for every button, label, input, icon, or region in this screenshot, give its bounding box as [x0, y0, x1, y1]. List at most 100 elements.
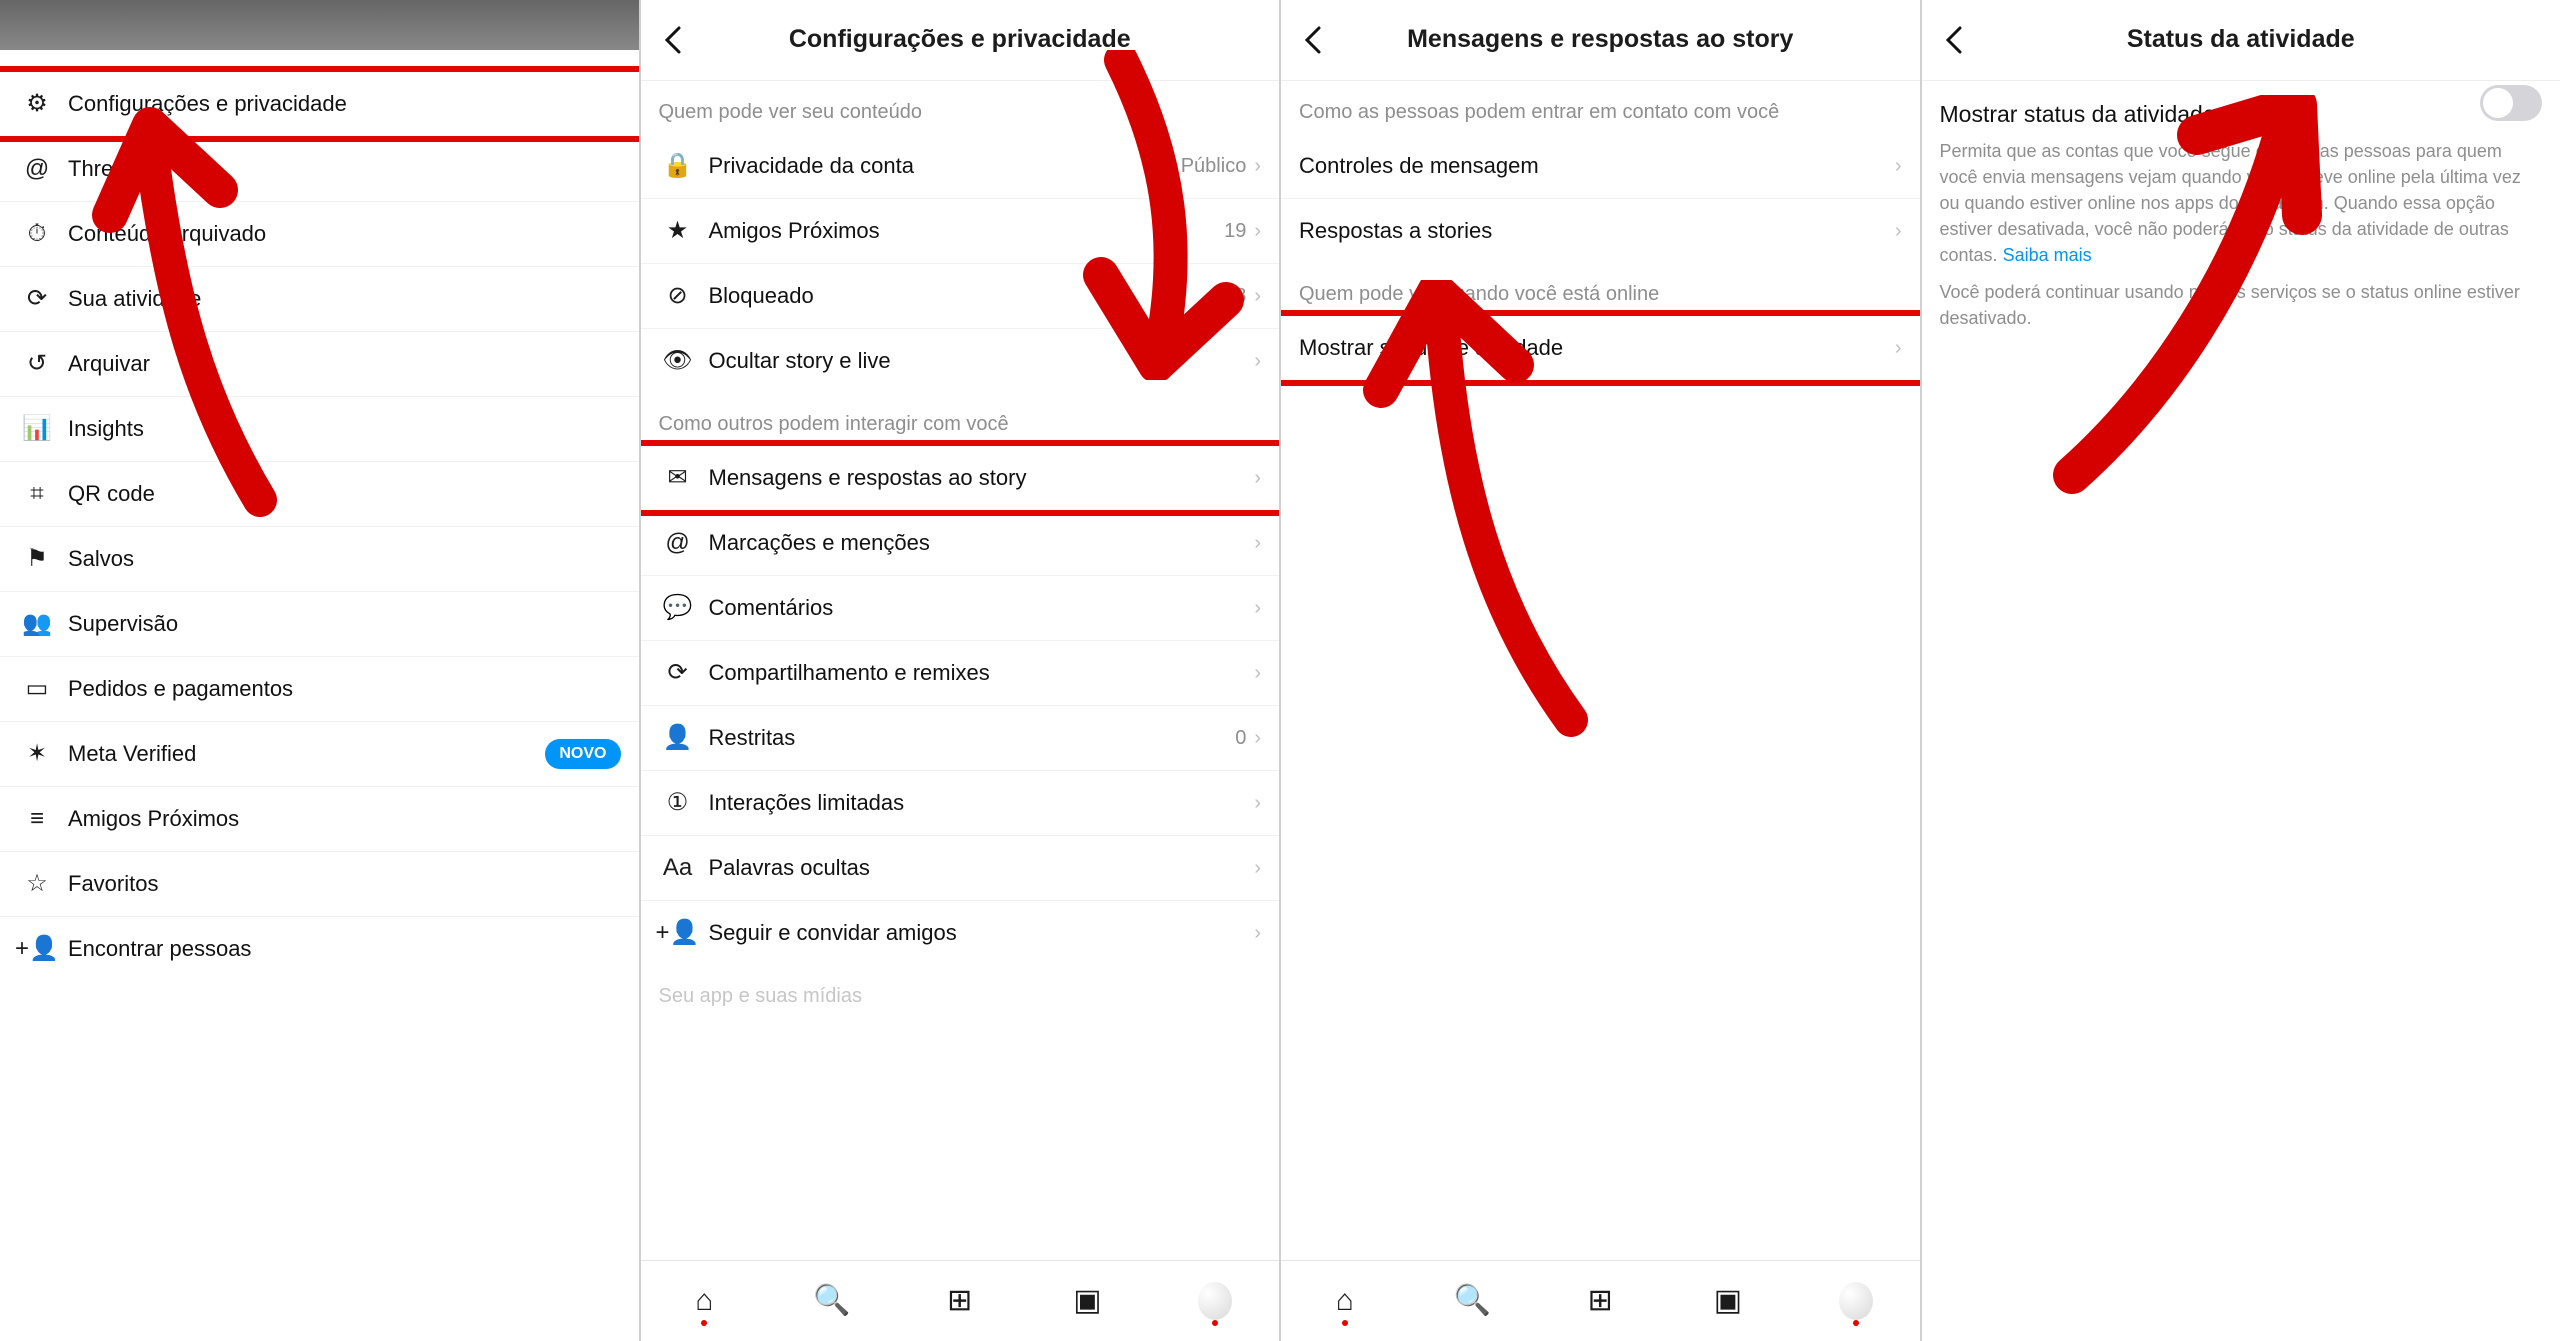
menu-item[interactable]: 💬Comentários› [641, 575, 1280, 640]
menu-item[interactable]: @Marcações e menções› [641, 510, 1280, 575]
section-contact: Como as pessoas podem entrar em contato … [1281, 81, 1920, 134]
header: Configurações e privacidade [641, 0, 1280, 81]
badge: NOVO [545, 739, 620, 769]
💬-icon: 💬 [659, 592, 697, 624]
①-icon: ① [659, 787, 697, 819]
add-icon[interactable]: ⊞ [943, 1284, 977, 1318]
menu-item-value: 19 [1224, 218, 1254, 245]
profile-avatar[interactable] [1198, 1284, 1232, 1318]
menu-item[interactable]: ✶Meta VerifiedNOVO [0, 721, 639, 786]
learn-more-link[interactable]: Saiba mais [2003, 245, 2092, 265]
tab-bar: ⌂ 🔍 ⊞ ▣ [1281, 1260, 1920, 1341]
menu-item[interactable]: ☆Favoritos [0, 851, 639, 916]
section-interaction: Como outros podem interagir com você [641, 393, 1280, 446]
menu-item[interactable]: ≡Amigos Próximos [0, 786, 639, 851]
⚑-icon: ⚑ [18, 543, 56, 575]
menu-item-label: Palavras ocultas [697, 853, 1255, 883]
menu-item[interactable]: +👤Seguir e convidar amigos› [641, 900, 1280, 965]
menu-item[interactable]: Controles de mensagem› [1281, 134, 1920, 198]
section-visibility: Quem pode ver seu conteúdo [641, 81, 1280, 134]
back-button[interactable] [1934, 20, 1974, 60]
menu-item-label: Salvos [56, 544, 621, 574]
home-icon[interactable]: ⌂ [687, 1284, 721, 1318]
chevron-right-icon: › [1254, 283, 1261, 310]
✶-icon: ✶ [18, 738, 56, 770]
menu-item[interactable]: Mostrar status de atividade› [1281, 316, 1920, 380]
≡-icon: ≡ [18, 803, 56, 835]
panel-profile-menu: ⚙Configurações e privacidade@Threads⏱Con… [0, 0, 641, 1341]
chevron-right-icon: › [1254, 465, 1261, 492]
menu-item[interactable]: +👤Encontrar pessoas [0, 916, 639, 981]
menu-item-label: Mostrar status de atividade [1299, 333, 1895, 363]
⊘-icon: ⊘ [659, 280, 697, 312]
menu-item[interactable]: @Threads [0, 136, 639, 201]
profile-avatar[interactable] [1839, 1284, 1873, 1318]
section-online: Quem pode ver quando você está online [1281, 263, 1920, 316]
reels-icon[interactable]: ▣ [1711, 1284, 1745, 1318]
▭-icon: ▭ [18, 673, 56, 705]
menu-item-label: QR code [56, 479, 621, 509]
👁-icon: 👁 [659, 345, 697, 377]
⟳-icon: ⟳ [659, 657, 697, 689]
search-icon[interactable]: 🔍 [815, 1284, 849, 1318]
👥-icon: 👥 [18, 608, 56, 640]
chevron-right-icon: › [1254, 855, 1261, 882]
chevron-right-icon: › [1254, 790, 1261, 817]
toggle-description: Permita que as contas que você segue e t… [1922, 132, 2560, 272]
menu-item-value: 0 [1235, 725, 1254, 752]
menu-item[interactable]: 🔒Privacidade da contaPúblico› [641, 134, 1280, 198]
menu-item-label: Threads [56, 154, 621, 184]
menu-item-value: Público [1181, 153, 1255, 180]
menu-item[interactable]: 👁Ocultar story e live› [641, 328, 1280, 393]
home-icon[interactable]: ⌂ [1328, 1284, 1362, 1318]
menu-item[interactable]: ▭Pedidos e pagamentos [0, 656, 639, 721]
menu-item[interactable]: ✉Mensagens e respostas ao story› [641, 446, 1280, 510]
📊-icon: 📊 [18, 413, 56, 445]
menu-item-label: Controles de mensagem [1299, 151, 1895, 181]
menu-item[interactable]: ⚑Salvos [0, 526, 639, 591]
chevron-right-icon: › [1895, 153, 1902, 180]
menu-item[interactable]: ⊘Bloqueado8› [641, 263, 1280, 328]
menu-item-label: Meta Verified [56, 739, 545, 769]
⏱-icon: ⏱ [18, 218, 56, 250]
menu-item-label: Encontrar pessoas [56, 934, 621, 964]
chevron-right-icon: › [1895, 218, 1902, 245]
Aa-icon: Aa [659, 852, 697, 884]
chevron-right-icon: › [1254, 920, 1261, 947]
menu-item[interactable]: 👤Restritas0› [641, 705, 1280, 770]
menu-item[interactable]: ⟳Sua atividade [0, 266, 639, 331]
menu-item-label: Mensagens e respostas ao story [697, 463, 1255, 493]
menu-item[interactable]: ↺Arquivar [0, 331, 639, 396]
menu-item-value: 8 [1235, 283, 1254, 310]
menu-item[interactable]: ①Interações limitadas› [641, 770, 1280, 835]
chevron-right-icon: › [1254, 595, 1261, 622]
menu-item-label: Pedidos e pagamentos [56, 674, 621, 704]
menu-item[interactable]: ⟳Compartilhamento e remixes› [641, 640, 1280, 705]
menu-item-label: Bloqueado [697, 281, 1236, 311]
menu-item[interactable]: ⌗QR code [0, 461, 639, 526]
add-icon[interactable]: ⊞ [1583, 1284, 1617, 1318]
⟳-icon: ⟳ [18, 283, 56, 315]
search-icon[interactable]: 🔍 [1456, 1284, 1490, 1318]
menu-item[interactable]: 👥Supervisão [0, 591, 639, 656]
+👤-icon: +👤 [659, 917, 697, 949]
menu-item-label: Insights [56, 414, 621, 444]
back-button[interactable] [1293, 20, 1333, 60]
menu-item[interactable]: AaPalavras ocultas› [641, 835, 1280, 900]
menu-item[interactable]: ⏱Conteúdo arquivado [0, 201, 639, 266]
menu-item-label: Comentários [697, 593, 1255, 623]
menu-item-label: Configurações e privacidade [56, 89, 621, 119]
menu-item[interactable]: ★Amigos Próximos19› [641, 198, 1280, 263]
reels-icon[interactable]: ▣ [1070, 1284, 1104, 1318]
header: Status da atividade [1922, 0, 2560, 81]
menu-item[interactable]: ⚙Configurações e privacidade [0, 72, 639, 136]
chevron-right-icon: › [1254, 660, 1261, 687]
menu-item[interactable]: 📊Insights [0, 396, 639, 461]
+👤-icon: +👤 [18, 933, 56, 965]
menu-item-label: Compartilhamento e remixes [697, 658, 1255, 688]
menu-item-label: Marcações e menções [697, 528, 1255, 558]
chevron-right-icon: › [1895, 335, 1902, 362]
activity-status-toggle[interactable] [2480, 85, 2542, 121]
back-button[interactable] [653, 20, 693, 60]
menu-item[interactable]: Respostas a stories› [1281, 198, 1920, 263]
